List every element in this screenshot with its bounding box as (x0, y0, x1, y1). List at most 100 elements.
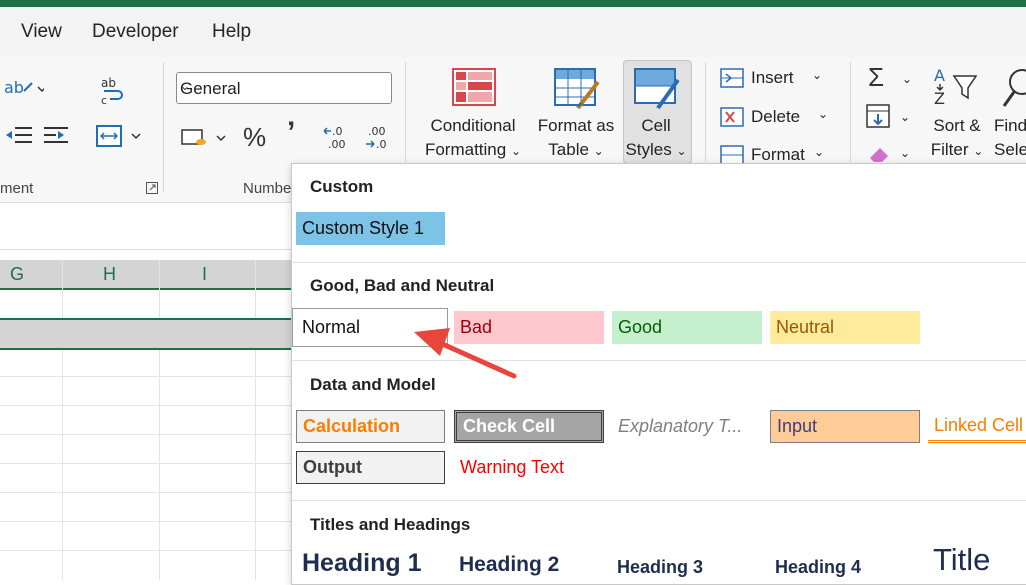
chevron-down-icon: ⌄ (900, 146, 910, 160)
sort-filter-button[interactable]: Sort & Filter ⌄ (922, 114, 992, 163)
decrease-decimal-icon[interactable]: .00.0 (364, 122, 394, 157)
cell-label: Cell (624, 114, 688, 138)
delete-button[interactable]: Delete ⌄ (720, 105, 838, 129)
style-heading-1[interactable]: Heading 1 (302, 549, 421, 578)
style-calculation[interactable]: Calculation (296, 410, 445, 443)
find-label: Find (994, 114, 1026, 138)
find-select-button[interactable]: Find Sele (994, 114, 1026, 162)
format-label: Format (751, 143, 805, 163)
number-group-label: Numbe (243, 180, 291, 197)
increase-indent-icon[interactable] (42, 124, 72, 151)
eraser-icon (866, 142, 892, 162)
chevron-down-icon: ⌄ (594, 144, 604, 158)
grid-line (159, 260, 160, 580)
decrease-indent-icon[interactable] (4, 124, 34, 151)
merge-center-icon[interactable] (96, 124, 146, 153)
style-heading-2[interactable]: Heading 2 (459, 553, 559, 577)
separator (405, 62, 406, 162)
comma-style-button[interactable]: ’ (287, 116, 295, 150)
fill-down-icon (866, 104, 892, 130)
conditional-formatting-icon (452, 68, 496, 113)
svg-text:.00: .00 (368, 125, 386, 138)
style-heading-3[interactable]: Heading 3 (617, 557, 703, 578)
wrap-text-icon[interactable]: ab c (100, 75, 126, 110)
style-heading-4[interactable]: Heading 4 (775, 557, 861, 578)
svg-text:.00: .00 (328, 138, 346, 151)
svg-text:ab: ab (101, 76, 116, 90)
style-good[interactable]: Good (612, 311, 762, 344)
chevron-down-icon: ⌄ (676, 144, 686, 158)
insert-button[interactable]: Insert ⌄ (720, 66, 838, 90)
style-warning-text[interactable]: Warning Text (454, 451, 604, 484)
increase-decimal-icon[interactable]: .0.00 (322, 122, 352, 157)
delete-label: Delete (751, 105, 800, 129)
insert-cells-icon (720, 67, 746, 89)
table-label: Table (548, 140, 589, 159)
grid-line (0, 521, 292, 522)
column-header-h[interactable]: H (103, 264, 116, 285)
style-linked-cell[interactable]: Linked Cell (928, 410, 1026, 443)
style-title[interactable]: Title (933, 542, 990, 578)
filter-label: Filter (931, 140, 969, 159)
grid-line (0, 492, 292, 493)
formula-bar[interactable] (0, 215, 300, 250)
grid-line (0, 463, 292, 464)
format-as-table-button[interactable]: Format as Table ⌄ (530, 114, 622, 163)
format-cells-icon (720, 144, 746, 163)
style-check-cell[interactable]: Check Cell (454, 410, 604, 443)
percent-style-button[interactable]: % (243, 122, 266, 153)
fill-button[interactable]: ⌄ (866, 104, 916, 132)
column-header-i[interactable]: I (202, 264, 207, 285)
grid-line (255, 260, 256, 580)
format-as-table-icon (554, 68, 600, 115)
column-header-row: G H I (0, 260, 292, 290)
svg-text:A: A (934, 66, 945, 85)
conditional-formatting-button[interactable]: Conditional Formatting ⌄ (418, 114, 528, 163)
menu-help[interactable]: Help (212, 21, 251, 43)
section-divider (292, 262, 1026, 263)
menu-developer[interactable]: Developer (92, 21, 179, 43)
cell-styles-icon (634, 68, 680, 115)
section-title-titles-headings: Titles and Headings (310, 515, 470, 535)
window-accent-bar (0, 0, 1026, 7)
alignment-group-label: ment (0, 180, 33, 197)
style-neutral[interactable]: Neutral (770, 311, 920, 344)
chevron-down-icon: ⌄ (902, 72, 912, 86)
style-input[interactable]: Input (770, 410, 920, 443)
svg-text:Z: Z (934, 89, 945, 108)
clear-button[interactable]: ⌄ (866, 140, 916, 162)
style-output[interactable]: Output (296, 451, 445, 484)
svg-text:c: c (101, 94, 107, 105)
section-divider (292, 500, 1026, 501)
alignment-dialog-launcher-icon[interactable] (146, 181, 158, 199)
format-button[interactable]: Format ⌄ (720, 143, 838, 163)
autosum-button[interactable]: Σ ⌄ (868, 64, 918, 94)
format-as-label: Format as (530, 114, 622, 138)
grid-line (0, 376, 292, 377)
menu-bar: View Developer Help (0, 7, 1026, 57)
sigma-icon: Σ (868, 62, 884, 93)
grid-line (0, 405, 292, 406)
grid-line (0, 434, 292, 435)
chevron-down-icon: ⌄ (814, 145, 824, 159)
number-format-select[interactable]: General ⌄ (176, 72, 392, 104)
chevron-down-icon: ⌄ (511, 144, 521, 158)
svg-text:ab: ab (4, 78, 24, 97)
styles-label: Styles (625, 140, 671, 159)
conditional-formatting-label: Conditional (418, 114, 528, 138)
style-custom-style-1[interactable]: Custom Style 1 (296, 212, 445, 245)
grid-line (62, 260, 63, 580)
accounting-format-icon[interactable] (181, 126, 231, 155)
svg-text:.0: .0 (332, 125, 343, 138)
section-title-custom: Custom (310, 177, 373, 197)
menu-view[interactable]: View (21, 21, 62, 43)
orientation-icon[interactable]: ab (4, 77, 44, 104)
svg-text:.0: .0 (376, 138, 387, 151)
selected-row[interactable] (0, 318, 292, 350)
formatting-label: Formatting (425, 140, 506, 159)
delete-cells-icon (720, 106, 746, 128)
cell-styles-label-block: Cell Styles ⌄ (624, 114, 688, 163)
column-header-g[interactable]: G (10, 264, 24, 285)
style-explanatory-text[interactable]: Explanatory T... (612, 410, 757, 443)
chevron-down-icon: ⌄ (180, 79, 385, 93)
